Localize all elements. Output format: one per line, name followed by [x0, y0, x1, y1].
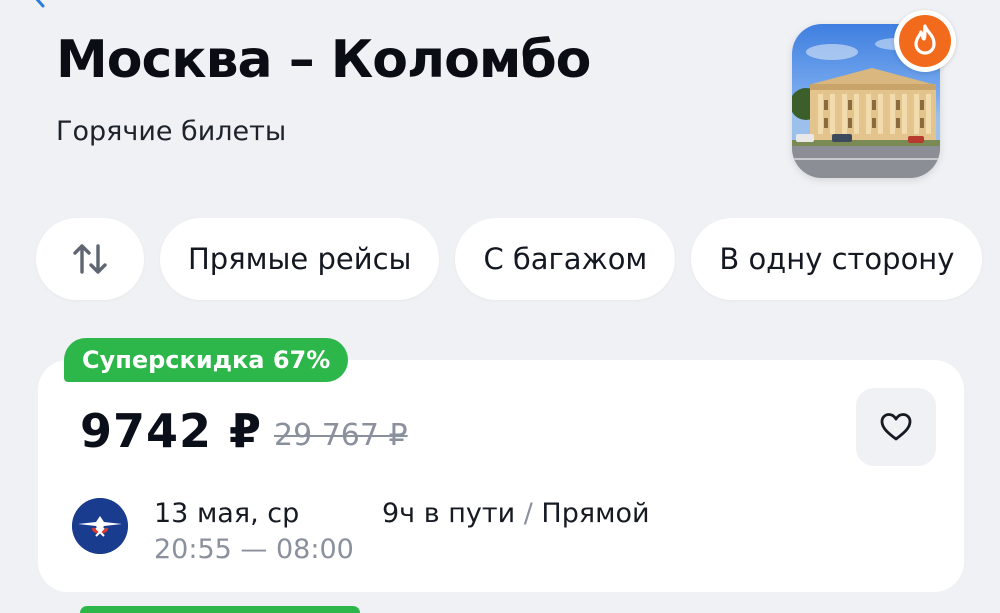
fire-badge — [894, 10, 956, 72]
duration-text: 9ч в пути — [382, 498, 516, 529]
arrival-time: 08:00 — [275, 534, 354, 565]
filter-chip-direct[interactable]: Прямые рейсы — [160, 218, 440, 300]
page-title: Москва – Коломбо — [56, 30, 591, 90]
chevron-left-icon[interactable] — [28, 0, 50, 8]
page-subtitle: Горячие билеты — [56, 116, 287, 147]
next-card-badge — [80, 606, 360, 613]
favorite-button[interactable] — [856, 388, 936, 466]
flight-times: 20:55 — 08:00 — [154, 534, 354, 565]
ticket-old-price: 29 767 ₽ — [274, 418, 408, 453]
sort-button[interactable] — [36, 218, 144, 300]
filter-bar: Прямые рейсы С багажом В одну сторону — [36, 218, 983, 300]
flight-duration: 9ч в пути / Прямой — [382, 498, 650, 529]
hot-tickets-screen: Москва – Коломбо Горячие билеты Прямые р… — [0, 0, 1000, 613]
ticket-card[interactable]: 9742 ₽ 29 767 ₽ 13 мая, ср 20:55 — 08:00… — [38, 360, 964, 592]
filter-chip-baggage[interactable]: С багажом — [455, 218, 676, 300]
aeroflot-logo — [72, 498, 128, 554]
sort-arrows-icon — [73, 244, 107, 274]
route-type: Прямой — [541, 498, 650, 529]
ticket-price: 9742 ₽ — [80, 404, 263, 458]
heart-icon — [880, 413, 912, 441]
discount-badge: Суперскидка 67% — [64, 338, 349, 382]
flight-date: 13 мая, ср — [154, 498, 300, 529]
departure-time: 20:55 — [154, 534, 232, 565]
filter-chip-one-way[interactable]: В одну сторону — [691, 218, 983, 300]
fire-icon — [914, 24, 936, 55]
duration-separator: / — [523, 498, 533, 529]
